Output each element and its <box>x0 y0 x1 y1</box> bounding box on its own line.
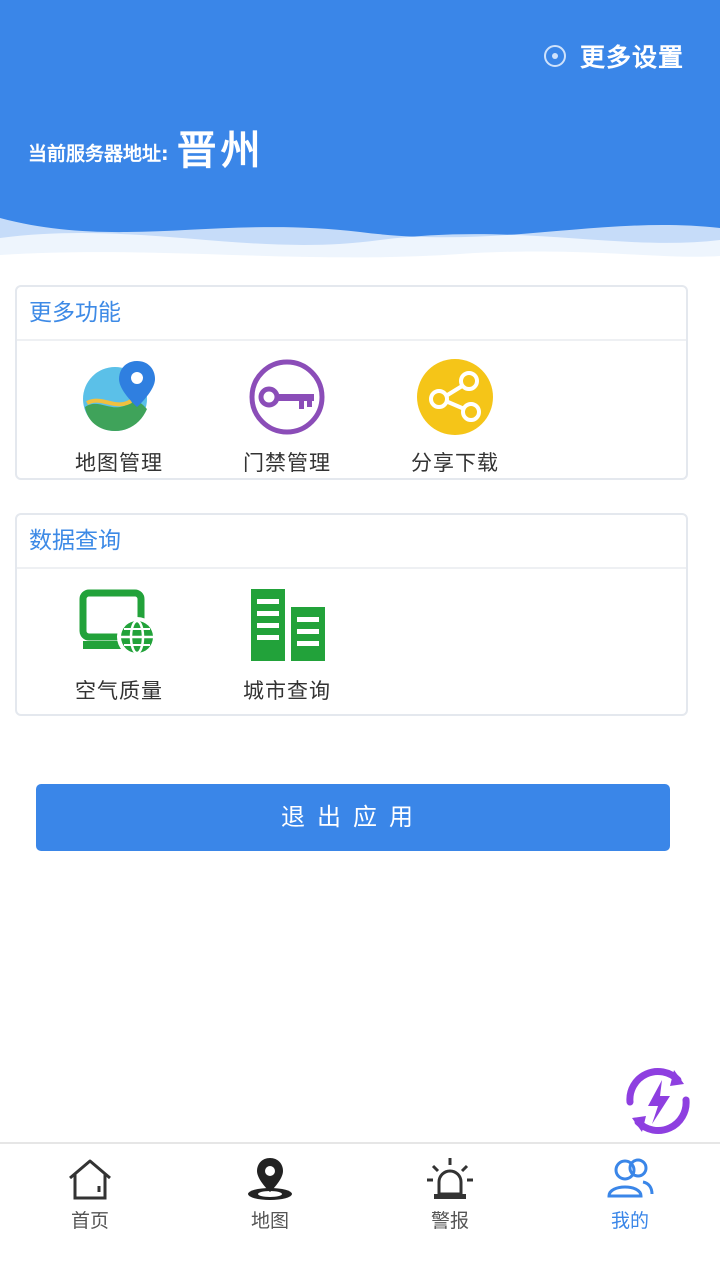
more-settings-button[interactable]: 更多设置 <box>542 38 684 74</box>
home-icon <box>69 1159 111 1200</box>
tab-home-label: 首页 <box>70 1210 109 1232</box>
header-banner: 更多设置 当前服务器地址: 晋州 <box>0 0 720 270</box>
tab-alarm[interactable]: 警报 <box>360 1144 540 1282</box>
share-download-item[interactable]: 分享下载 <box>371 341 539 477</box>
alarm-icon <box>427 1158 473 1199</box>
key-icon <box>249 359 325 435</box>
data-query-title: 数据查询 <box>17 515 686 569</box>
users-icon <box>607 1158 654 1198</box>
server-address: 当前服务器地址: 晋州 <box>28 118 265 176</box>
settings-circle-icon <box>543 45 566 67</box>
buildings-icon <box>251 589 325 661</box>
server-address-value: 晋州 <box>176 128 265 174</box>
share-icon <box>417 359 493 435</box>
more-settings-label: 更多设置 <box>579 43 684 72</box>
access-control-item[interactable]: 门禁管理 <box>203 341 371 477</box>
monitor-globe-icon <box>79 589 157 657</box>
data-query-card: 数据查询 空气质量 城市查询 <box>15 513 688 716</box>
tab-alarm-label: 警报 <box>430 1210 469 1232</box>
air-quality-label: 空气质量 <box>75 679 163 703</box>
server-address-label: 当前服务器地址: <box>28 143 169 165</box>
share-download-label: 分享下载 <box>411 451 499 475</box>
tab-mine[interactable]: 我的 <box>540 1144 720 1282</box>
tab-map-label: 地图 <box>250 1210 289 1232</box>
more-functions-card: 更多功能 地图管理 门禁管理 分享下载 <box>15 285 688 480</box>
bottom-tab-bar: 首页 地图 警报 我的 <box>0 1142 720 1282</box>
map-pin-icon <box>83 361 155 431</box>
city-query-label: 城市查询 <box>243 679 331 703</box>
lightning-refresh-icon[interactable] <box>612 1062 704 1140</box>
map-management-item[interactable]: 地图管理 <box>35 341 203 477</box>
location-icon <box>248 1158 292 1200</box>
map-management-label: 地图管理 <box>75 451 163 475</box>
more-functions-title: 更多功能 <box>17 287 686 341</box>
access-control-label: 门禁管理 <box>243 451 331 475</box>
city-query-item[interactable]: 城市查询 <box>203 569 371 705</box>
tab-home[interactable]: 首页 <box>0 1144 180 1282</box>
air-quality-item[interactable]: 空气质量 <box>35 569 203 705</box>
tab-mine-label: 我的 <box>610 1210 649 1232</box>
header-wave-decoration <box>0 218 720 270</box>
exit-app-button[interactable]: 退出应用 <box>36 784 670 851</box>
tab-map[interactable]: 地图 <box>180 1144 360 1282</box>
